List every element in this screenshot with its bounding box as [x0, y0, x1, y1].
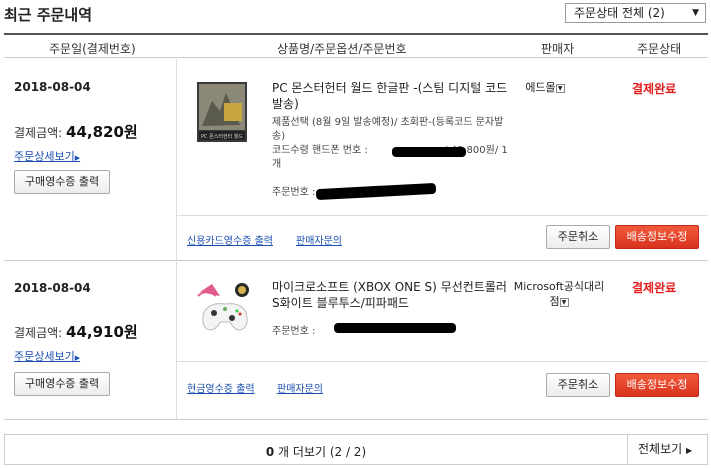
table-header: 주문일(결제번호) 상품명/주문옵션/주문번호 판매자 주문상태	[4, 33, 708, 58]
order-status: 결제완료	[632, 82, 677, 96]
seller-inquiry-link[interactable]: 판매자문의	[296, 232, 342, 247]
payment-label: 결제금액:	[14, 326, 63, 340]
product-title[interactable]: 마이크로소프트 (XBOX ONE S) 무선컨트롤러S화이트 블루투스/피파패…	[272, 279, 512, 311]
payment-label: 결제금액:	[14, 126, 63, 140]
order-summary: 2018-08-04 결제금액: 44,910원 주문상세보기▶ 구매영수증 출…	[4, 262, 174, 419]
column-header-product: 상품명/주문옵션/주문번호	[277, 42, 407, 56]
column-header-status: 주문상태	[637, 42, 682, 56]
chevron-down-icon: ▼	[692, 8, 699, 18]
more-label: 개 더보기 (2 / 2)	[278, 445, 367, 459]
order-number: 주문번호 :	[272, 326, 316, 337]
column-header-date: 주문일(결제번호)	[49, 42, 136, 56]
product-thumbnail[interactable]	[194, 278, 256, 340]
load-more-button[interactable]: 0 개 더보기 (2 / 2)	[5, 443, 627, 460]
product-options: 제품선택 (8월 9일 발송예정)/ 초회판-(등록코드 문자발송) 코드수령 …	[272, 116, 510, 172]
payment-value: 44,910원	[66, 323, 138, 341]
payment-amount: 결제금액: 44,820원	[14, 121, 138, 142]
thumbnail-caption: PC 몬스터헌터 월드	[201, 133, 243, 140]
order-status: 결제완료	[632, 281, 677, 295]
order-row: 2018-08-04 결제금액: 44,910원 주문상세보기▶ 구매영수증 출…	[4, 262, 708, 420]
seller-inquiry-link[interactable]: 판매자문의	[277, 380, 323, 395]
payment-value: 44,820원	[66, 123, 138, 141]
card-receipt-link[interactable]: 신용카드영수증 출력	[187, 232, 273, 247]
edit-shipping-button[interactable]: 배송정보수정	[615, 225, 699, 249]
view-all-button[interactable]: 전체보기 ▶	[627, 435, 707, 464]
seller-name[interactable]: Microsoft공식대리점 ▼	[509, 279, 609, 309]
order-date: 2018-08-04	[14, 80, 91, 94]
divider	[176, 361, 708, 362]
product-title[interactable]: PC 몬스터헌터 월드 한글판 -(스팀 디지털 코드발송)	[272, 80, 512, 112]
order-detail-link-label: 주문상세보기	[14, 350, 75, 363]
more-count: 0	[265, 445, 275, 459]
seller-name[interactable]: 에드몰 ▼	[504, 80, 586, 95]
redaction	[315, 182, 437, 201]
redaction	[392, 147, 466, 157]
view-all-label: 전체보기	[638, 442, 683, 456]
product-option-phone: 코드수령 핸드폰 번호 : / 49,800원/ 1개	[272, 144, 510, 172]
order-row: 2018-08-04 결제금액: 44,820원 주문상세보기▶ 구매영수증 출…	[4, 59, 708, 261]
edit-shipping-button[interactable]: 배송정보수정	[615, 373, 699, 397]
cash-receipt-link[interactable]: 현금영수증 출력	[187, 380, 255, 395]
order-detail-link[interactable]: 주문상세보기▶	[14, 348, 80, 364]
receipt-print-button[interactable]: 구매영수증 출력	[14, 170, 110, 194]
product-option-line: 제품선택 (8월 9일 발송예정)/ 초회판-(등록코드 문자발송)	[272, 117, 504, 142]
order-status-filter-value: 주문상태 전체 (2)	[574, 6, 665, 20]
column-header-seller: 판매자	[541, 42, 575, 56]
order-detail-link[interactable]: 주문상세보기▶	[14, 148, 80, 164]
order-status-filter[interactable]: 주문상태 전체 (2) ▼	[565, 3, 706, 23]
page-title: 최근 주문내역	[4, 6, 93, 24]
column-divider	[176, 262, 177, 419]
payment-amount: 결제금액: 44,910원	[14, 321, 138, 342]
phone-label: 코드수령 핸드폰 번호 :	[272, 145, 368, 156]
divider	[176, 215, 708, 216]
product-thumbnail[interactable]: PC 몬스터헌터 월드	[194, 81, 256, 143]
column-divider	[176, 59, 177, 260]
seller-name-label: 에드몰	[525, 81, 556, 94]
receipt-print-button[interactable]: 구매영수증 출력	[14, 372, 110, 396]
cancel-order-button[interactable]: 주문취소	[546, 225, 610, 249]
cancel-order-button[interactable]: 주문취소	[546, 373, 610, 397]
triangle-right-icon: ▶	[74, 154, 81, 162]
chevron-down-icon: ▼	[559, 297, 569, 307]
order-date: 2018-08-04	[14, 281, 91, 295]
chevron-down-icon: ▼	[555, 83, 565, 93]
order-summary: 2018-08-04 결제금액: 44,820원 주문상세보기▶ 구매영수증 출…	[4, 59, 174, 260]
triangle-right-icon: ▶	[686, 446, 693, 455]
triangle-right-icon: ▶	[74, 354, 81, 362]
pagination-bar: 0 개 더보기 (2 / 2) 전체보기 ▶	[4, 434, 708, 465]
order-number: 주문번호 :	[272, 187, 316, 198]
redaction	[334, 323, 456, 333]
order-detail-link-label: 주문상세보기	[14, 150, 75, 163]
